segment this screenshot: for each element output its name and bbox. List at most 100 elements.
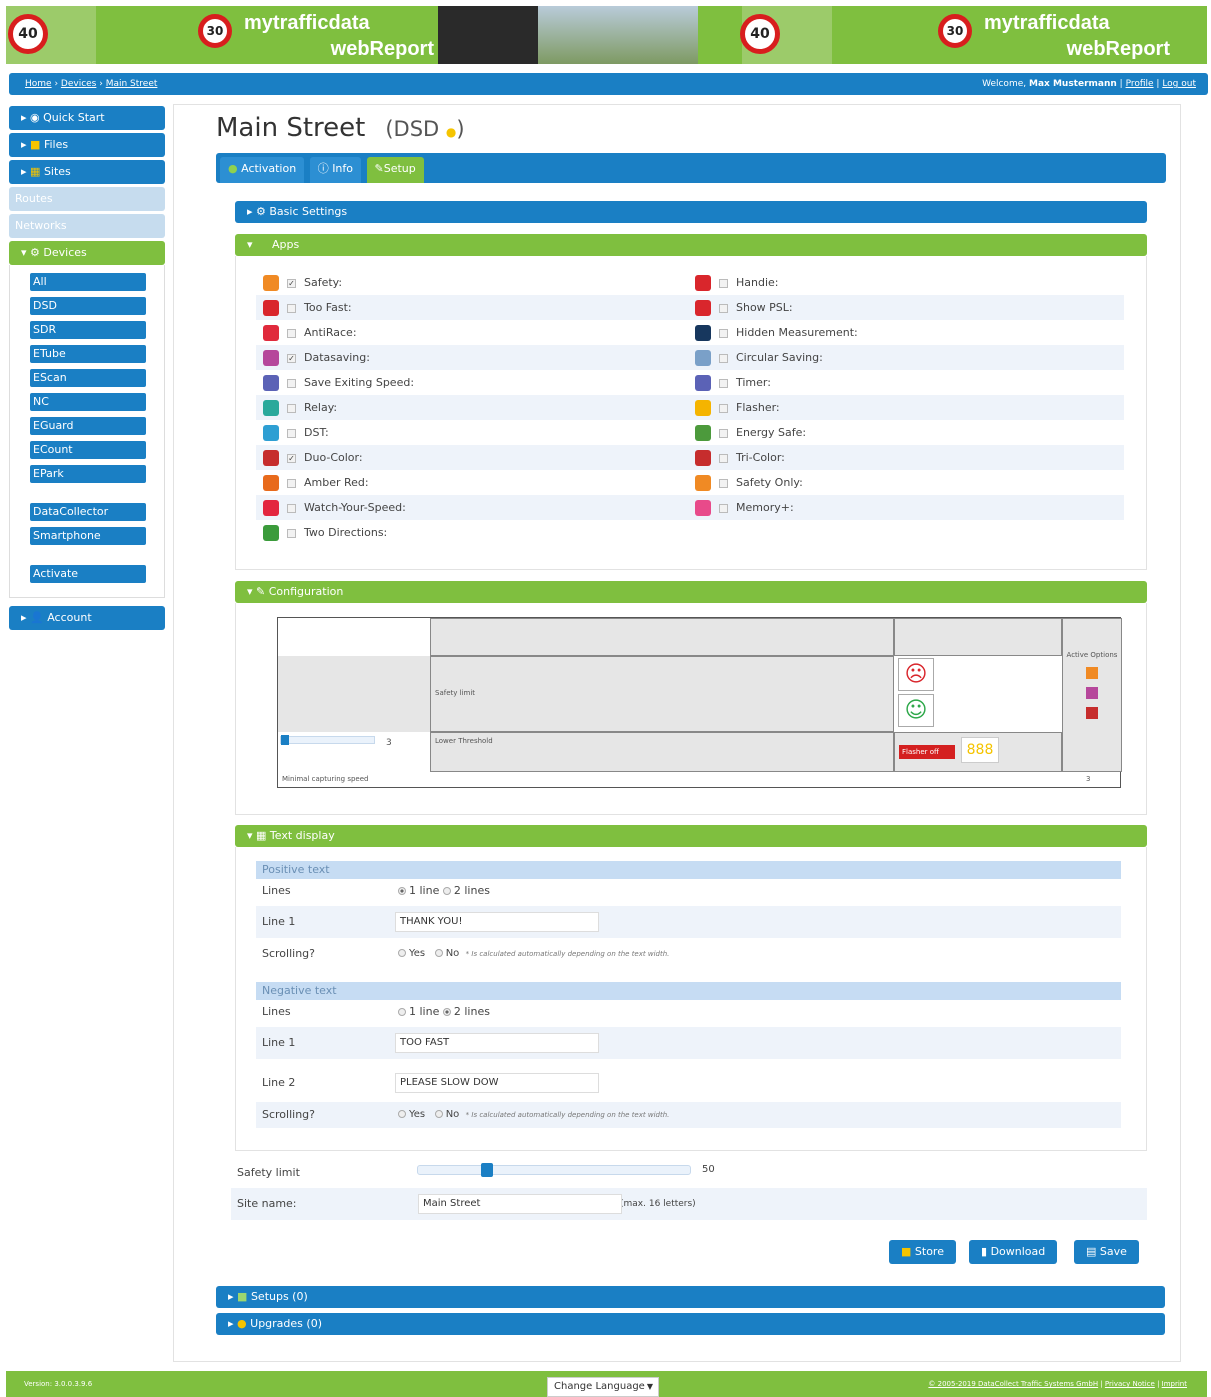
app-checkbox[interactable]	[719, 353, 728, 363]
sidebar-item-sites[interactable]: ▸ ▦ Sites	[9, 160, 165, 184]
slider-handle[interactable]	[281, 735, 289, 745]
app-row: Show PSL:	[695, 295, 793, 320]
no-label: No	[445, 948, 460, 959]
device-epark[interactable]: EPark	[30, 465, 146, 483]
app-icon	[695, 450, 711, 466]
sidebar-item-networks[interactable]: Networks	[9, 214, 165, 238]
save-button[interactable]: ▤ Save	[1074, 1240, 1139, 1264]
app-checkbox[interactable]	[287, 328, 296, 338]
app-checkbox[interactable]	[719, 478, 728, 488]
safety-limit-slider[interactable]	[417, 1163, 691, 1177]
app-checkbox[interactable]: ✓	[287, 453, 296, 463]
sidebar-item-devices[interactable]: ▾ ⚙ Devices	[9, 241, 165, 265]
upgrades-header[interactable]: ▸ ● Upgrades (0)	[216, 1313, 1165, 1335]
app-checkbox[interactable]	[287, 403, 296, 413]
device-submenu: All DSD SDR ETube EScan NC EGuard ECount…	[9, 265, 165, 598]
app-checkbox[interactable]	[719, 278, 728, 288]
app-row: Watch-Your-Speed:	[263, 495, 406, 520]
device-nc[interactable]: NC	[30, 393, 146, 411]
safety-limit-label: Safety limit	[435, 689, 476, 697]
sidebar-item-quick-start[interactable]: ▸ ◉ Quick Start	[9, 106, 165, 130]
sidebar-item-files[interactable]: ▸ ■ Files	[9, 133, 165, 157]
basic-settings-header[interactable]: ▸ ⚙ Basic Settings	[235, 201, 1147, 223]
tab-info[interactable]: ⓘ Info	[309, 157, 362, 183]
sidebar-item-account[interactable]: ▸ 👤 Account	[9, 606, 165, 630]
positive-line1-input[interactable]: THANK YOU!	[395, 912, 599, 932]
device-escan[interactable]: EScan	[30, 369, 146, 387]
display-preview-icon: 888	[961, 737, 999, 763]
device-eguard[interactable]: EGuard	[30, 417, 146, 435]
store-button[interactable]: ■ Store	[889, 1240, 956, 1264]
negative-scroll-yes-radio[interactable]	[398, 1110, 406, 1118]
app-checkbox[interactable]	[719, 453, 728, 463]
site-name-hint: (max. 16 letters)	[620, 1199, 696, 1209]
app-checkbox[interactable]	[287, 428, 296, 438]
device-dsd[interactable]: DSD	[30, 297, 146, 315]
site-name-input[interactable]: Main Street	[418, 1194, 622, 1214]
app-row: Relay:	[263, 395, 337, 420]
app-checkbox[interactable]	[719, 428, 728, 438]
device-ecount[interactable]: ECount	[30, 441, 146, 459]
negative-line2-input[interactable]: PLEASE SLOW DOW	[395, 1073, 599, 1093]
app-checkbox[interactable]: ✓	[287, 353, 296, 363]
app-checkbox[interactable]: ✓	[287, 278, 296, 288]
app-row: ✓ Datasaving:	[263, 345, 370, 370]
device-activate[interactable]: Activate	[30, 565, 146, 583]
setups-header[interactable]: ▸ ■ Setups (0)	[216, 1286, 1165, 1308]
safety-limit-handle[interactable]	[480, 1163, 493, 1177]
app-checkbox[interactable]	[287, 303, 296, 313]
app-checkbox[interactable]	[287, 503, 296, 513]
privacy-link[interactable]: Privacy Notice	[1105, 1380, 1155, 1388]
negative-line1-input[interactable]: TOO FAST	[395, 1033, 599, 1053]
breadcrumb-devices[interactable]: Devices	[61, 79, 96, 89]
app-checkbox[interactable]	[287, 478, 296, 488]
app-checkbox[interactable]	[719, 303, 728, 313]
app-row: Amber Red:	[263, 470, 369, 495]
logout-link[interactable]: Log out	[1162, 79, 1196, 89]
device-sdr[interactable]: SDR	[30, 321, 146, 339]
profile-link[interactable]: Profile	[1126, 79, 1154, 89]
breadcrumb-home[interactable]: Home	[25, 79, 52, 89]
cone-sign-icon-2: 30	[938, 14, 972, 48]
device-datacollector[interactable]: DataCollector	[30, 503, 146, 521]
app-checkbox[interactable]	[287, 378, 296, 388]
tab-activation[interactable]: ● Activation	[220, 157, 305, 183]
app-checkbox[interactable]	[287, 528, 296, 538]
language-select[interactable]: Change Language ▼	[547, 1377, 659, 1397]
app-checkbox[interactable]	[719, 378, 728, 388]
device-etube[interactable]: ETube	[30, 345, 146, 363]
lower-threshold-slider[interactable]	[280, 735, 375, 745]
tab-setup[interactable]: ✎Setup	[366, 157, 424, 183]
app-label: Two Directions:	[304, 526, 388, 539]
imprint-link[interactable]: Imprint	[1162, 1380, 1187, 1388]
app-checkbox[interactable]	[719, 328, 728, 338]
copyright-link[interactable]: © 2005-2019 DataCollect Traffic Systems …	[928, 1380, 1098, 1388]
yes-label: Yes	[409, 948, 426, 959]
save-icon: ▤	[1086, 1245, 1097, 1258]
positive-one-line-radio[interactable]	[398, 887, 406, 895]
line1-label: Line 1	[262, 915, 296, 928]
app-label: Handie:	[736, 276, 779, 289]
config-cell-face-header	[894, 618, 1062, 656]
app-checkbox[interactable]	[719, 503, 728, 513]
sidebar-item-routes[interactable]: Routes	[9, 187, 165, 211]
configuration-header[interactable]: ▾ ✎ Configuration	[235, 581, 1147, 603]
apps-header[interactable]: ▾ Apps	[235, 234, 1147, 256]
positive-scroll-no-radio[interactable]	[434, 949, 443, 957]
device-all[interactable]: All	[30, 273, 146, 291]
text-display-header[interactable]: ▾ ▦ Text display	[235, 825, 1147, 847]
app-label: Energy Safe:	[736, 426, 807, 439]
negative-one-line-radio[interactable]	[398, 1008, 406, 1016]
download-button[interactable]: ▮ Download	[969, 1240, 1058, 1264]
app-icon	[263, 325, 279, 341]
app-checkbox[interactable]	[719, 403, 728, 413]
negative-two-lines-radio[interactable]	[442, 1008, 451, 1016]
minimal-speed-label: Minimal capturing speed	[282, 775, 369, 783]
device-smartphone[interactable]: Smartphone	[30, 527, 146, 545]
positive-scroll-yes-radio[interactable]	[398, 949, 406, 957]
tab-bar: ● Activation ⓘ Info ✎Setup	[216, 153, 1166, 183]
speed-sign-icon-2: 40	[740, 14, 780, 54]
negative-scroll-no-radio[interactable]	[434, 1110, 443, 1118]
breadcrumb-current[interactable]: Main Street	[106, 79, 158, 89]
positive-two-lines-radio[interactable]	[442, 887, 451, 895]
